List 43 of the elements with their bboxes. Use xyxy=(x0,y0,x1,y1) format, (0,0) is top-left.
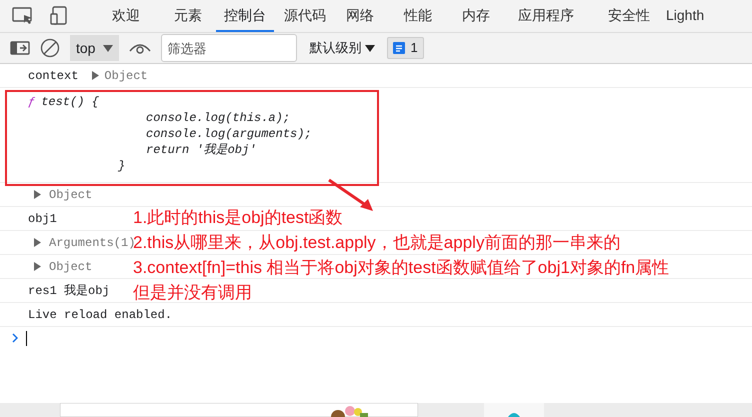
log-message: Live reload enabled. xyxy=(28,306,172,324)
panel-tab[interactable]: 性能 xyxy=(396,0,440,32)
prompt-icon xyxy=(12,333,18,343)
object-preview: Object xyxy=(104,68,148,84)
annotation-text: 1.此时的this是obj的test函数 xyxy=(133,207,344,229)
expand-triangle-icon[interactable] xyxy=(34,262,41,271)
panel-tab[interactable]: 网络 xyxy=(338,0,382,32)
filter-field[interactable]: 筛选器 xyxy=(161,34,298,62)
annotation-text: 3.context[fn]=this 相当于将obj对象的test函数赋值给了obj1对象的fn属性 xyxy=(133,257,670,279)
code-line: return '我是obj' xyxy=(145,142,258,158)
code-line: test() { xyxy=(41,94,99,110)
panel-tab[interactable]: 应用程序 xyxy=(510,0,582,32)
function-icon: ƒ xyxy=(28,94,36,110)
panel-tab[interactable]: 安全性 xyxy=(600,0,658,32)
expand-triangle-icon[interactable] xyxy=(92,71,100,80)
code-line: console.log(arguments); xyxy=(145,126,313,142)
caret-icon xyxy=(365,44,376,52)
object-preview: Object xyxy=(49,186,92,204)
expand-triangle-icon[interactable] xyxy=(34,190,41,199)
log-message: res1 我是obj xyxy=(28,282,110,300)
sidebar-toggle-icon[interactable] xyxy=(10,40,30,56)
text-cursor[interactable] xyxy=(26,330,27,346)
log-level-dropdown[interactable]: 默认级别 xyxy=(307,38,378,58)
inspect-icon[interactable] xyxy=(12,7,34,25)
log-label: context xyxy=(28,68,78,84)
object-preview: Object xyxy=(49,258,92,276)
expand-triangle-icon[interactable] xyxy=(34,238,41,247)
code-line: console.log(this.a); xyxy=(145,110,292,126)
panel-tab[interactable]: 内存 xyxy=(454,0,498,32)
caret-icon xyxy=(103,44,114,52)
message-icon xyxy=(393,42,406,54)
log-message: obj1 xyxy=(28,210,57,228)
annotation-text: 但是并没有调用 xyxy=(133,282,253,304)
annotation-text: 2.this从哪里来，从obj.test.apply，也就是apply前面的那一串来的 xyxy=(133,232,622,254)
panel-tab[interactable]: 欢迎 xyxy=(104,0,148,32)
panel-tab[interactable]: 元素 xyxy=(166,0,210,32)
issues-button[interactable]: 1 xyxy=(387,37,424,59)
panel-tab[interactable]: 源代码 xyxy=(276,0,334,32)
code-line: } xyxy=(117,158,126,174)
context-dropdown[interactable]: top xyxy=(70,35,120,61)
clear-console-icon[interactable] xyxy=(40,38,60,58)
device-icon[interactable] xyxy=(50,6,68,26)
panel-tab[interactable]: Lighth xyxy=(658,0,712,32)
